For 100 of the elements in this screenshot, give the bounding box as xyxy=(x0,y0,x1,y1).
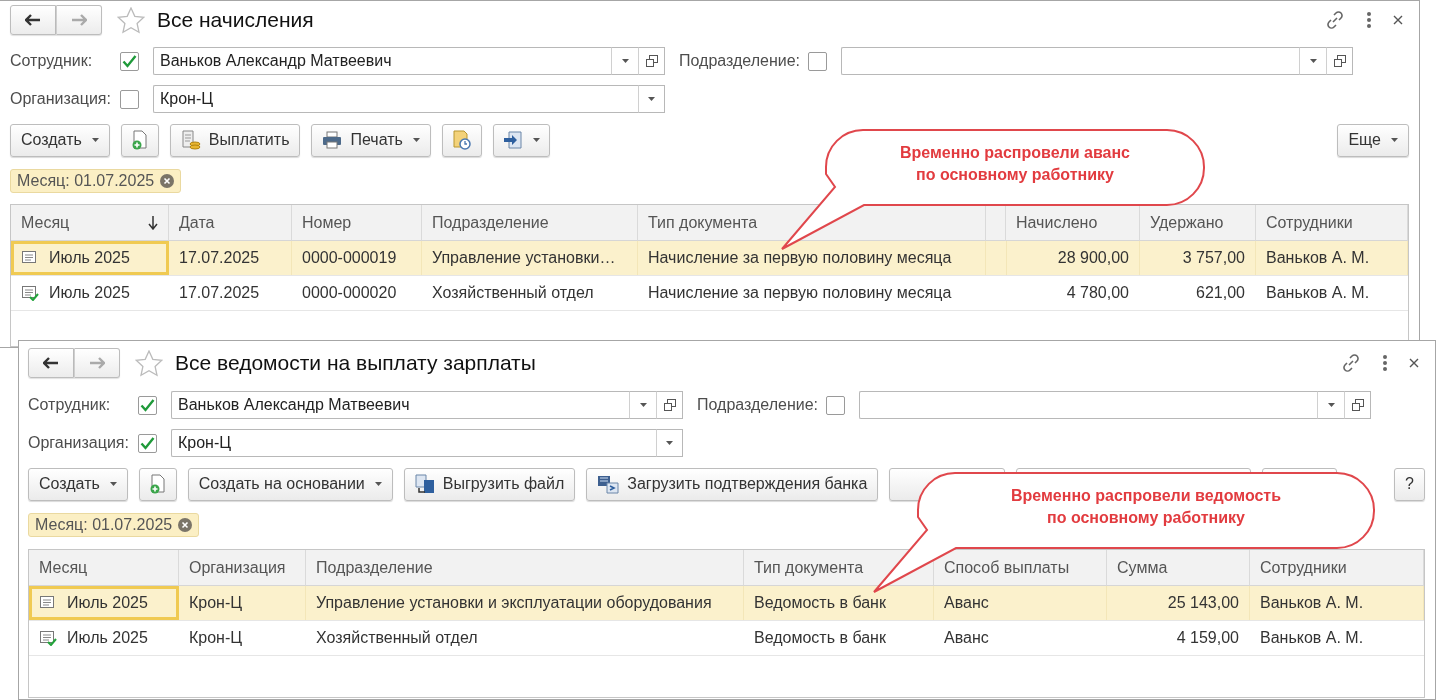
table-cell-text: 621,00 xyxy=(1195,283,1246,303)
filter-tag-label: Месяц: 01.07.2025 xyxy=(35,516,173,534)
checkbox[interactable] xyxy=(138,433,157,453)
toolbar-button[interactable]: Загрузить подтверждения банка xyxy=(586,467,879,501)
open-button[interactable] xyxy=(1344,391,1372,419)
toolbar-button[interactable]: ? xyxy=(1394,467,1425,501)
table-cell-text: Хозяйственный отдел xyxy=(315,628,479,648)
open-button[interactable] xyxy=(638,47,665,75)
column-header[interactable]: Месяц xyxy=(29,550,179,586)
table-cell-text: Ведомость в банк xyxy=(753,628,887,648)
checkbox[interactable] xyxy=(120,89,139,109)
dropdown-button[interactable] xyxy=(638,85,665,113)
table-row[interactable]: Июль 2025 Крон-Ц Управление установки и эксплуатации оборудования Ведомость в банк Аванс 25 143,00 Ваньков А. М. xyxy=(29,586,1424,621)
toolbar-button[interactable] xyxy=(441,123,482,157)
filter-tag[interactable]: Месяц: 01.07.2025 xyxy=(10,169,182,193)
select-field[interactable] xyxy=(859,391,1318,419)
column-header[interactable]: Сотрудники xyxy=(1256,205,1408,241)
column-header[interactable]: Месяц xyxy=(11,205,169,241)
table-cell: 28 900,00 xyxy=(1006,241,1140,275)
toolbar-button[interactable]: Выгрузить файл xyxy=(403,467,576,501)
toolbar-button[interactable] xyxy=(138,467,177,501)
toolbar-button[interactable]: Создать на основании xyxy=(187,467,393,501)
column-header[interactable] xyxy=(986,205,1006,241)
link-icon[interactable] xyxy=(1325,10,1345,30)
cell-text: Июль 2025 xyxy=(67,629,148,647)
checkbox[interactable] xyxy=(826,395,846,415)
column-header[interactable]: Номер xyxy=(292,205,422,241)
caret-icon xyxy=(666,441,673,445)
close-icon[interactable] xyxy=(1393,15,1403,25)
table-cell-text: 4 159,00 xyxy=(1175,628,1240,648)
column-header[interactable]: Удержано xyxy=(1140,205,1256,241)
windows-icon xyxy=(1333,55,1346,67)
field-label: Подразделение: xyxy=(679,52,801,70)
filter-tag[interactable]: Месяц: 01.07.2025 xyxy=(28,513,200,537)
caret-icon xyxy=(621,59,629,63)
cell-text: Июль 2025 xyxy=(67,594,148,612)
back-button[interactable] xyxy=(28,348,74,378)
toolbar-button[interactable]: Создать xyxy=(10,123,110,157)
column-header[interactable]: Способ выплаты xyxy=(934,550,1107,586)
windows-icon xyxy=(645,55,658,67)
caret-icon xyxy=(109,482,117,486)
field-label: Подразделение: xyxy=(697,396,819,414)
windows-icon xyxy=(1351,399,1364,411)
table-cell: 3 757,00 xyxy=(1140,241,1256,275)
column-header[interactable]: Подразделение xyxy=(422,205,638,241)
column-header[interactable]: Сумма xyxy=(1107,550,1250,586)
field-label: Сотрудник: xyxy=(10,52,94,70)
select-field[interactable]: Ваньков Александр Матвеевич xyxy=(171,391,629,419)
column-header[interactable]: Организация xyxy=(179,550,306,586)
column-header[interactable]: Дата xyxy=(169,205,292,241)
table-cell: Аванс xyxy=(934,586,1107,620)
document-arrow-icon xyxy=(502,130,523,150)
caret-icon xyxy=(1327,403,1335,407)
table-cell: Ваньков А. М. xyxy=(1250,586,1424,620)
column-header[interactable]: Начислено xyxy=(1006,205,1140,241)
checkbox[interactable] xyxy=(808,51,828,71)
checkbox[interactable] xyxy=(138,395,157,415)
select-field[interactable]: Крон-Ц xyxy=(171,429,656,457)
callout-text: Временно распровели аванс по основному работнику xyxy=(899,143,1131,185)
close-icon[interactable] xyxy=(178,518,193,532)
checkbox[interactable] xyxy=(120,51,139,71)
toolbar-button[interactable] xyxy=(492,123,550,157)
field-label: Сотрудник: xyxy=(28,396,112,414)
toolbar-button[interactable]: Создать xyxy=(28,467,128,501)
select-field[interactable]: Ваньков Александр Матвеевич xyxy=(153,47,611,75)
toolbar-button[interactable]: Выплатить xyxy=(169,123,301,157)
caret-icon xyxy=(374,482,382,486)
column-header[interactable]: Сотрудники xyxy=(1250,550,1424,586)
close-icon[interactable] xyxy=(1409,358,1419,368)
toolbar-button[interactable]: Еще xyxy=(1337,123,1409,157)
more-icon[interactable] xyxy=(1367,12,1371,28)
table-cell-text: Ваньков А. М. xyxy=(1259,628,1365,648)
caret-icon xyxy=(1391,138,1398,142)
table-cell-text: 4 780,00 xyxy=(1065,283,1130,303)
field-label: Организация: xyxy=(10,90,112,108)
star-icon[interactable] xyxy=(117,6,145,34)
back-button[interactable] xyxy=(10,5,56,35)
link-icon[interactable] xyxy=(1341,353,1361,373)
star-icon[interactable] xyxy=(135,349,163,377)
open-button[interactable] xyxy=(1326,47,1354,75)
sort-arrow-icon xyxy=(148,215,158,230)
table-cell: 0000-000019 xyxy=(292,241,422,275)
table-row[interactable]: Июль 2025 17.07.2025 0000-000019 Управление установки… Начисление за первую половину месяца 28 900,00 3 757,00 Ваньков А. М. xyxy=(11,241,1408,276)
open-button[interactable] xyxy=(656,391,683,419)
caret-icon xyxy=(91,138,99,142)
table-cell: Управление установки и эксплуатации оборудования xyxy=(306,586,744,620)
left-arrow-icon xyxy=(25,14,41,26)
document-coins-icon xyxy=(180,130,201,150)
toolbar-button[interactable] xyxy=(120,123,159,157)
close-icon[interactable] xyxy=(160,174,175,188)
table-cell: Крон-Ц xyxy=(179,586,306,620)
select-field[interactable]: Крон-Ц xyxy=(153,85,638,113)
right-arrow-icon xyxy=(89,357,105,369)
dropdown-button[interactable] xyxy=(656,429,683,457)
printer-icon xyxy=(322,131,343,149)
toolbar-button[interactable]: Печать xyxy=(311,123,431,157)
more-icon[interactable] xyxy=(1383,355,1387,371)
select-field[interactable] xyxy=(841,47,1300,75)
column-header[interactable]: Подразделение xyxy=(306,550,744,586)
window-title: Все начисления xyxy=(157,8,315,32)
